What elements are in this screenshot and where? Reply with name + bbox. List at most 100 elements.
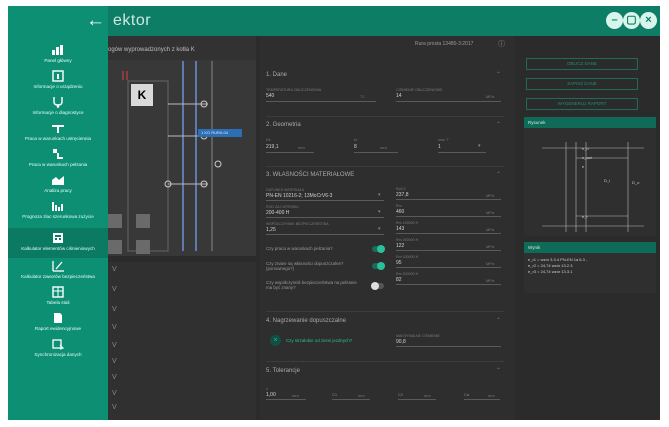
side-letter: V bbox=[112, 266, 117, 273]
field-underline bbox=[396, 101, 501, 102]
field-label: Rm 200000 H bbox=[396, 238, 419, 242]
device-info-icon bbox=[52, 70, 64, 82]
window-title: ektor bbox=[113, 12, 152, 29]
tolerance-c2-input[interactable] bbox=[398, 399, 436, 400]
nav-item-dashboard[interactable]: Panel główny bbox=[8, 44, 108, 63]
nav-item-pressure-calculator[interactable]: Kalkulator elementów ciśnieniowych bbox=[8, 228, 108, 258]
section-title-geometria[interactable]: 2. Geometria bbox=[266, 122, 301, 128]
nav-item-device-info[interactable]: Informacje o urządzeniu bbox=[8, 70, 108, 89]
field-label: max. T bbox=[438, 138, 449, 142]
field-label: Rm 200000 H bbox=[396, 272, 419, 276]
field-underline bbox=[354, 152, 398, 153]
info-icon[interactable]: ⓘ bbox=[498, 39, 505, 49]
side-letter: V bbox=[112, 306, 117, 313]
maximize-icon[interactable]: ▢ bbox=[623, 12, 640, 29]
field-underline bbox=[396, 216, 501, 217]
nav-item-stress-conditions[interactable]: Praca w warunkach ustręciennia bbox=[8, 122, 108, 141]
side-letter: V bbox=[112, 374, 117, 381]
field-unit: mm bbox=[298, 145, 305, 150]
side-letter: V bbox=[112, 358, 117, 365]
dropdown-arrow-icon[interactable]: ▾ bbox=[378, 226, 381, 232]
field-label: ROD ZAJ WYROBU bbox=[266, 205, 299, 209]
chevron-up-icon[interactable]: ⌃ bbox=[496, 71, 501, 78]
results-panel: e_r1 = wzór 3.3.4 PN-EN 1a 6.3 - e_r2 = … bbox=[524, 253, 656, 293]
field-unit: MPa bbox=[486, 210, 495, 215]
product-type-select[interactable]: 200-400 H bbox=[266, 210, 289, 216]
material-select[interactable]: PN-EN 10216-2; 13MoCrV6-3 bbox=[266, 193, 332, 199]
known-properties-toggle[interactable] bbox=[372, 262, 385, 270]
nav-item-valve-calculator[interactable]: Kalkulator zaworów bezpieczeństwa bbox=[8, 260, 108, 279]
tolerance-ca-label: Ca bbox=[464, 392, 470, 397]
side-letter: V bbox=[112, 390, 117, 397]
pipe-tag-label[interactable]: 1 KO RURA 04 bbox=[201, 130, 228, 135]
close-icon[interactable]: × bbox=[640, 12, 657, 29]
creep-question: Czy praca w warunkach pełzania? bbox=[266, 246, 333, 251]
field-unit: mm bbox=[424, 393, 431, 398]
diagram-label: e_n bbox=[582, 146, 589, 151]
rp-input[interactable]: 237,8 bbox=[396, 192, 409, 198]
field-underline bbox=[396, 250, 501, 251]
creep-toggle[interactable] bbox=[372, 245, 385, 253]
wall-thickness-input[interactable]: 8 bbox=[354, 144, 357, 150]
report-icon bbox=[54, 313, 62, 323]
rm-200k-input[interactable]: 122 bbox=[396, 243, 404, 249]
section-divider bbox=[266, 361, 504, 362]
pipe-type-select[interactable]: 1 bbox=[438, 144, 441, 150]
nav-item-creep-conditions[interactable]: Praca w warunkach pełzania bbox=[8, 148, 108, 167]
side-letter: V bbox=[112, 404, 117, 411]
save-data-button[interactable]: ZAPISZ DANE bbox=[526, 78, 638, 90]
tolerance-c2-label: C2 bbox=[398, 392, 404, 397]
nav-item-work-analysis[interactable]: Analiza pracy bbox=[8, 174, 108, 193]
nav-item-wear-forecast[interactable]: Prognoza zlac szerunkowa zużycie bbox=[8, 200, 108, 219]
section-title-dane[interactable]: 1. Dane bbox=[266, 72, 287, 78]
nav-item-reports[interactable]: Raport ewidencyjnowe bbox=[8, 312, 108, 331]
dropdown-arrow-icon[interactable]: ▾ bbox=[378, 192, 381, 198]
field-unit: MPa bbox=[486, 193, 495, 198]
field-label: tn bbox=[354, 138, 357, 142]
dropdown-arrow-icon[interactable]: ▾ bbox=[478, 143, 481, 149]
pressure-input[interactable]: 14 bbox=[396, 93, 402, 99]
rz-100k-input[interactable]: 95 bbox=[396, 260, 402, 266]
tolerance-ca-input[interactable] bbox=[464, 399, 500, 400]
nav-item-diagnostics[interactable]: Informacje o diagnostyce bbox=[8, 96, 108, 115]
outer-diameter-input[interactable]: 219,1 bbox=[266, 144, 279, 150]
chevron-up-icon[interactable]: ⌃ bbox=[496, 317, 501, 324]
diagnostics-icon bbox=[53, 97, 63, 108]
rm-100k-input[interactable]: 143 bbox=[396, 226, 404, 232]
field-underline bbox=[396, 284, 501, 285]
heating-question[interactable]: Czy strzałobie od ziemi jezdnych? bbox=[286, 338, 352, 343]
field-underline bbox=[438, 152, 486, 153]
tolerance-c1-input[interactable] bbox=[332, 399, 370, 400]
close-circle-icon[interactable]: × bbox=[270, 335, 281, 346]
field-underline bbox=[266, 399, 306, 400]
safety-factor-toggle[interactable] bbox=[371, 282, 384, 290]
temperature-input[interactable]: 540 bbox=[266, 93, 274, 99]
rz-200k-input[interactable]: 82 bbox=[396, 277, 402, 283]
chevron-up-icon[interactable]: ⌃ bbox=[496, 121, 501, 128]
generate-report-button[interactable]: WYGENERUJ RAPORT bbox=[526, 98, 638, 110]
section-title-material[interactable]: 3. WŁASNOŚCI MATERIAŁOWE bbox=[266, 172, 354, 178]
section-title-heating[interactable]: 4. Nagrzewanie dopuszczalne bbox=[266, 318, 346, 324]
field-label: WSPÓŁCZYNNIK BEZPIECZEŃSTWA bbox=[266, 222, 329, 226]
section-title-tolerance[interactable]: 5. Tolerancje bbox=[266, 368, 300, 374]
nav-item-steel-table[interactable]: Tabela stali bbox=[8, 286, 108, 305]
rm-input[interactable]: 460 bbox=[396, 209, 404, 215]
diagram-label: e bbox=[582, 164, 585, 169]
arrow-left-icon[interactable]: ← bbox=[86, 11, 105, 30]
diagram-label: e_act bbox=[582, 155, 592, 160]
nav-item-data-sync[interactable]: Synchronizacja danych bbox=[8, 338, 108, 357]
sync-icon bbox=[52, 339, 65, 350]
bar-chart-icon bbox=[52, 202, 63, 211]
dropdown-arrow-icon[interactable]: ▾ bbox=[378, 209, 381, 215]
calculate-button[interactable]: OBLICZ DANE bbox=[526, 58, 638, 70]
tolerance-e-input[interactable]: 1,00 bbox=[266, 392, 276, 398]
boiler-box[interactable]: K bbox=[131, 84, 153, 106]
chevron-up-icon[interactable]: ⌃ bbox=[496, 171, 501, 178]
diagram-label: D_o bbox=[632, 180, 640, 185]
max-pressure-input[interactable]: 90,8 bbox=[396, 339, 406, 345]
safety-factor-select[interactable]: 1,25 bbox=[266, 227, 276, 233]
minimize-icon[interactable]: – bbox=[606, 12, 623, 29]
field-label: CIŚNIENIE OBLICZENIOWE bbox=[396, 88, 443, 92]
field-label: Rm 100000 H bbox=[396, 255, 419, 259]
chevron-up-icon[interactable]: ⌃ bbox=[496, 367, 501, 374]
